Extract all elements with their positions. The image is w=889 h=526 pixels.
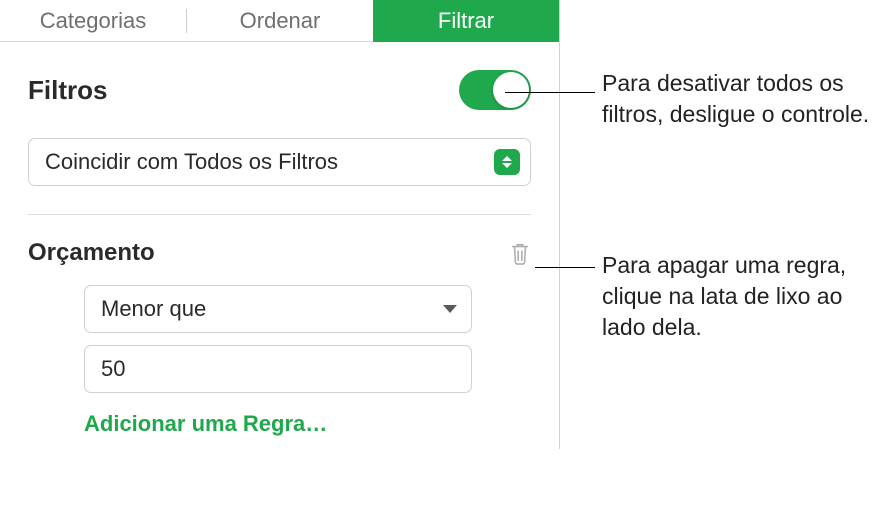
callout-trash: Para apagar uma regra, clique na lata de… (602, 250, 882, 343)
divider (28, 214, 531, 215)
filters-toggle[interactable] (459, 70, 531, 110)
comparator-select[interactable]: Menor que (84, 285, 472, 333)
filters-heading: Filtros (28, 75, 107, 106)
tab-sort[interactable]: Ordenar (187, 0, 373, 42)
match-mode-select[interactable]: Coincidir com Todos os Filtros (28, 138, 531, 186)
match-mode-label: Coincidir com Todos os Filtros (45, 149, 338, 175)
add-rule-button[interactable]: Adicionar uma Regra… (84, 411, 531, 437)
callout-line-toggle (505, 92, 595, 93)
comparator-label: Menor que (101, 296, 206, 322)
rule-column-label: Orçamento (28, 239, 155, 267)
trash-icon[interactable] (509, 241, 531, 265)
filter-panel: Categorias Ordenar Filtrar Filtros Coinc… (0, 0, 560, 449)
chevron-down-icon (443, 305, 457, 313)
callout-line-trash (535, 267, 595, 268)
tab-filter[interactable]: Filtrar (373, 0, 559, 42)
value-input[interactable] (84, 345, 472, 393)
tab-categories[interactable]: Categorias (0, 0, 186, 42)
callout-toggle: Para desativar todos os filtros, desligu… (602, 68, 882, 130)
updown-arrows-icon (494, 149, 520, 175)
toggle-knob (493, 72, 529, 108)
tabs-bar: Categorias Ordenar Filtrar (0, 0, 559, 42)
